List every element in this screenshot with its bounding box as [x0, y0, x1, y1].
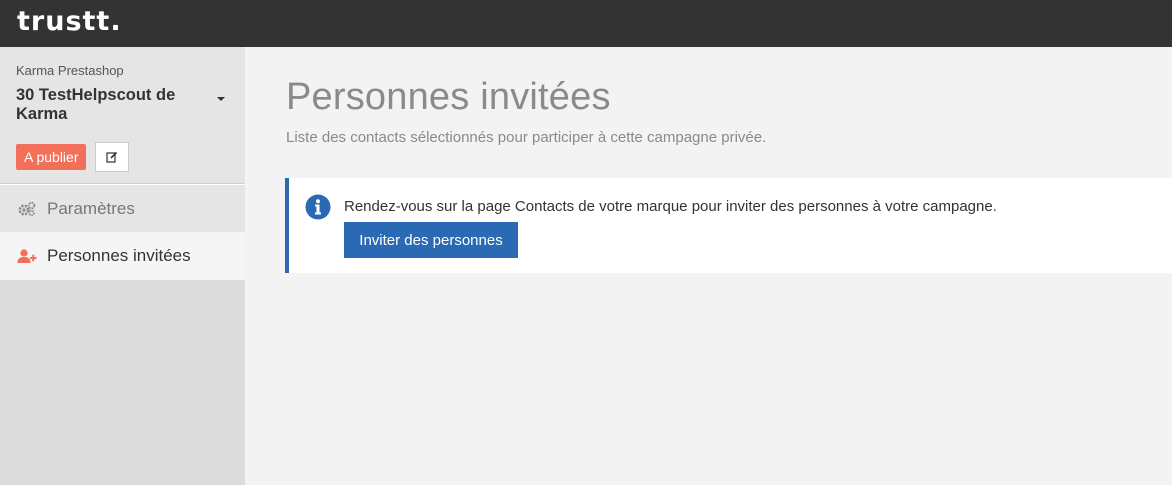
info-icon [305, 194, 331, 220]
user-plus-icon [17, 246, 37, 266]
brand-name: Karma Prestashop [16, 63, 124, 78]
status-row: A publier [16, 142, 130, 172]
sidebar-item-parametres[interactable]: Paramètres [0, 184, 245, 232]
status-badge: A publier [16, 144, 87, 170]
page-subtitle: Liste des contacts sélectionnés pour par… [286, 129, 767, 146]
top-bar: trustt. [0, 0, 1172, 47]
page-title: Personnes invitées [286, 76, 611, 118]
sidebar-item-personnes-invitees[interactable]: Personnes invitées [0, 232, 245, 280]
sidebar: Karma Prestashop 30 TestHelpscout de Kar… [0, 47, 245, 485]
info-alert: Rendez-vous sur la page Contacts de votr… [285, 178, 1172, 273]
caret-down-icon[interactable] [217, 97, 225, 101]
info-message: Rendez-vous sur la page Contacts de votr… [344, 198, 997, 215]
invite-people-button[interactable]: Inviter des personnes [344, 222, 518, 258]
gears-icon [17, 199, 37, 219]
trustt-logo[interactable]: trustt. [17, 6, 122, 37]
main-content: Personnes invitées Liste des contacts sé… [245, 47, 1172, 485]
campaign-header: Karma Prestashop 30 TestHelpscout de Kar… [0, 47, 245, 184]
campaign-name[interactable]: 30 TestHelpscout de Karma [16, 86, 206, 124]
edit-icon[interactable] [106, 151, 118, 163]
edit-button[interactable] [95, 142, 130, 172]
sidebar-item-label: Paramètres [47, 198, 135, 218]
sidebar-item-label: Personnes invitées [47, 246, 191, 265]
campaign-selector[interactable]: 30 TestHelpscout de Karma [16, 86, 229, 124]
